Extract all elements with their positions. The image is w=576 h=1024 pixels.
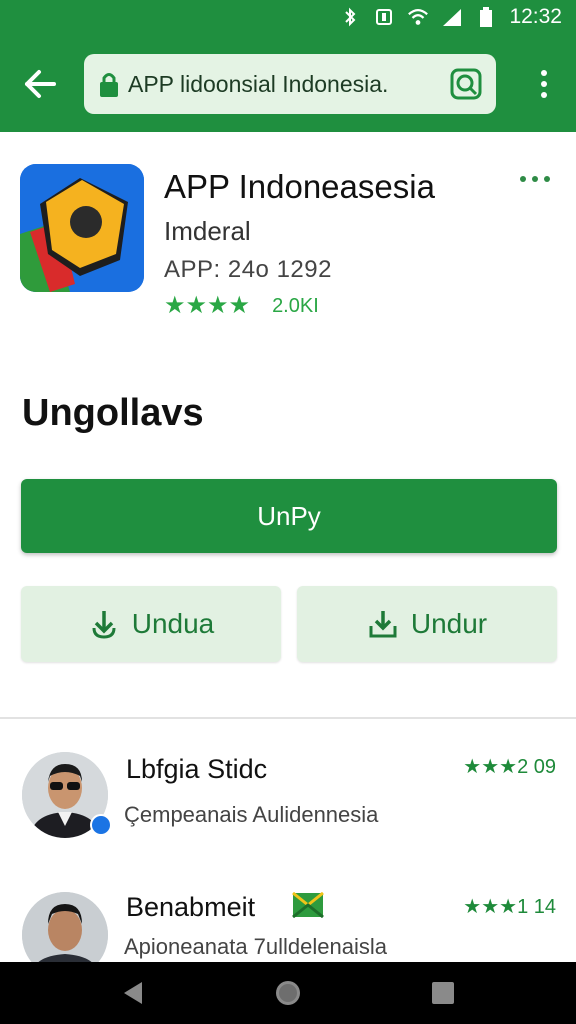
review-rating: ★★★2 09 <box>463 756 556 778</box>
review-rating: ★★★1 14 <box>463 896 556 918</box>
app-bar: APP lidoonsial Indonesia. <box>0 34 576 132</box>
review-text: Apioneanata 7ulldelenaisla <box>124 934 387 959</box>
section-heading: Ungollavs <box>22 392 204 434</box>
wifi-icon <box>407 6 429 28</box>
flag-icon <box>292 892 324 918</box>
status-bar: 12:32 <box>0 0 576 34</box>
primary-button-label: UnPy <box>257 500 321 531</box>
verified-icon <box>90 814 112 836</box>
reviewer-name: Lbfgia Stidc <box>126 754 268 784</box>
review-item[interactable]: Lbfgia Stidc Çempeanais Aulidennesia ★★★… <box>0 748 576 868</box>
nav-bar <box>0 962 576 1024</box>
download-left-label: Undua <box>131 608 215 639</box>
app-developer[interactable]: Imderal <box>164 216 251 247</box>
divider <box>0 717 576 719</box>
nfc-icon <box>373 6 395 28</box>
more-vert-icon[interactable] <box>526 64 562 104</box>
app-title: APP Indoneasesia <box>164 168 435 205</box>
nav-back-icon[interactable] <box>118 978 148 1008</box>
download-right-label: Undur <box>410 608 488 639</box>
nav-home-icon[interactable] <box>273 978 303 1008</box>
search-icon[interactable] <box>450 68 482 100</box>
url-field[interactable]: APP lidoonsial Indonesia. <box>84 54 496 114</box>
back-arrow-icon <box>25 70 56 98</box>
battery-icon <box>475 6 497 28</box>
review-text: Çempeanais Aulidennesia <box>124 802 379 827</box>
nav-recent-icon[interactable] <box>428 978 458 1008</box>
download-button-right[interactable]: Undur <box>297 586 557 662</box>
signal-icon <box>441 6 463 28</box>
reviewer-name: Benabmeit <box>126 892 256 922</box>
back-button[interactable] <box>20 64 60 104</box>
tray-download-icon <box>369 611 397 638</box>
rating-stars: ★★★★ <box>164 292 251 319</box>
status-time: 12:32 <box>509 5 562 28</box>
download-button-left[interactable]: Undua <box>21 586 281 662</box>
app-version: APP: 24o 1292 <box>164 256 332 283</box>
app-icon[interactable] <box>20 164 144 292</box>
rating-count: 2.0KI <box>272 294 319 317</box>
screen: 12:32 APP lidoonsial Indonesia. APP Indo… <box>0 0 576 1024</box>
more-horiz-icon[interactable] <box>520 176 550 182</box>
primary-button[interactable]: UnPy <box>21 479 557 553</box>
download-icon <box>92 611 116 639</box>
bluetooth-icon <box>339 6 361 28</box>
app-rating: ★★★★ 2.0KI <box>164 294 319 318</box>
lock-icon <box>100 73 118 97</box>
url-text: APP lidoonsial Indonesia. <box>128 70 389 97</box>
